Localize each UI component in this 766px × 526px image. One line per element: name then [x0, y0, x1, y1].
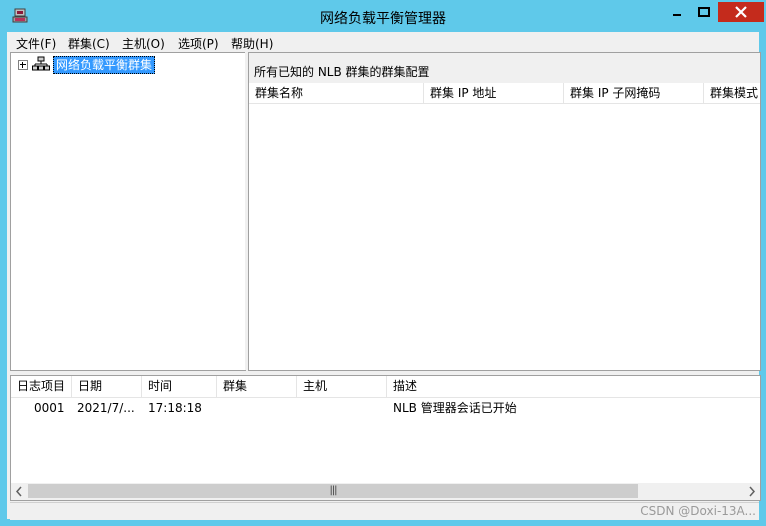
- log-col-date[interactable]: 日期: [72, 376, 142, 397]
- panel-caption: 所有已知的 NLB 群集的群集配置: [254, 65, 430, 79]
- close-button[interactable]: [718, 2, 764, 22]
- minimize-icon: [673, 14, 681, 16]
- expand-icon[interactable]: [18, 60, 28, 70]
- client-area: 文件(F) 群集(C) 主机(O) 选项(P) 帮助(H) 网络负载平衡群集 所…: [7, 32, 761, 520]
- log-col-cluster[interactable]: 群集: [217, 376, 297, 397]
- log-col-time[interactable]: 时间: [142, 376, 217, 397]
- log-row[interactable]: 0001 2021/7/... 17:18:18 NLB 管理器会话已开始: [11, 398, 760, 418]
- watermark-text: CSDN @Doxi-13A...: [640, 504, 756, 518]
- scroll-grip-icon: |||: [329, 485, 337, 496]
- tree-root-label[interactable]: 网络负载平衡群集: [53, 56, 156, 74]
- close-icon: [735, 6, 747, 18]
- menu-file[interactable]: 文件(F): [16, 35, 56, 52]
- log-list[interactable]: 日志项目 日期 时间 群集 主机 描述 0001 2021/7/... 17:1…: [10, 375, 761, 501]
- cluster-list-header: 群集名称 群集 IP 地址 群集 IP 子网掩码 群集模式: [249, 83, 760, 104]
- log-host: [303, 398, 383, 418]
- network-cluster-icon: [32, 56, 50, 72]
- menu-bar: 文件(F) 群集(C) 主机(O) 选项(P) 帮助(H): [7, 32, 759, 52]
- scroll-thumb[interactable]: |||: [28, 484, 638, 498]
- cluster-tree[interactable]: 网络负载平衡群集: [10, 52, 246, 371]
- title-bar[interactable]: 网络负载平衡管理器: [0, 0, 766, 32]
- panel-caption-area: 所有已知的 NLB 群集的群集配置: [249, 53, 760, 83]
- window-title: 网络负载平衡管理器: [320, 11, 446, 27]
- log-header: 日志项目 日期 时间 群集 主机 描述: [11, 376, 760, 398]
- log-entry: 0001: [34, 401, 65, 415]
- log-time: 17:18:18: [148, 401, 202, 415]
- chevron-right-icon: [749, 486, 756, 497]
- scroll-left-button[interactable]: [11, 483, 28, 500]
- log-cluster: [223, 398, 293, 418]
- cluster-config-panel: 所有已知的 NLB 群集的群集配置 群集名称 群集 IP 地址 群集 IP 子网…: [248, 52, 761, 371]
- app-window: 网络负载平衡管理器 文件(F) 群集(C) 主机(O) 选项(P) 帮助(H): [0, 0, 766, 526]
- horizontal-scrollbar[interactable]: |||: [11, 483, 760, 500]
- col-header-cluster-mode[interactable]: 群集模式: [704, 83, 760, 103]
- log-col-entry[interactable]: 日志项目: [11, 376, 72, 397]
- log-col-description[interactable]: 描述: [387, 376, 760, 397]
- maximize-icon: [698, 7, 710, 17]
- log-date: 2021/7/...: [77, 401, 135, 415]
- menu-host[interactable]: 主机(O): [122, 35, 165, 52]
- col-header-cluster-name[interactable]: 群集名称: [249, 83, 424, 103]
- minimize-button[interactable]: [664, 2, 690, 22]
- menu-help[interactable]: 帮助(H): [231, 35, 273, 52]
- maximize-button[interactable]: [690, 2, 718, 22]
- menu-cluster[interactable]: 群集(C): [68, 35, 110, 52]
- log-description: NLB 管理器会话已开始: [393, 401, 517, 415]
- menu-options[interactable]: 选项(P): [178, 35, 219, 52]
- col-header-cluster-ip[interactable]: 群集 IP 地址: [424, 83, 564, 103]
- chevron-left-icon: [15, 486, 22, 497]
- scroll-right-button[interactable]: [743, 483, 760, 500]
- log-col-host[interactable]: 主机: [297, 376, 387, 397]
- col-header-subnet-mask[interactable]: 群集 IP 子网掩码: [564, 83, 704, 103]
